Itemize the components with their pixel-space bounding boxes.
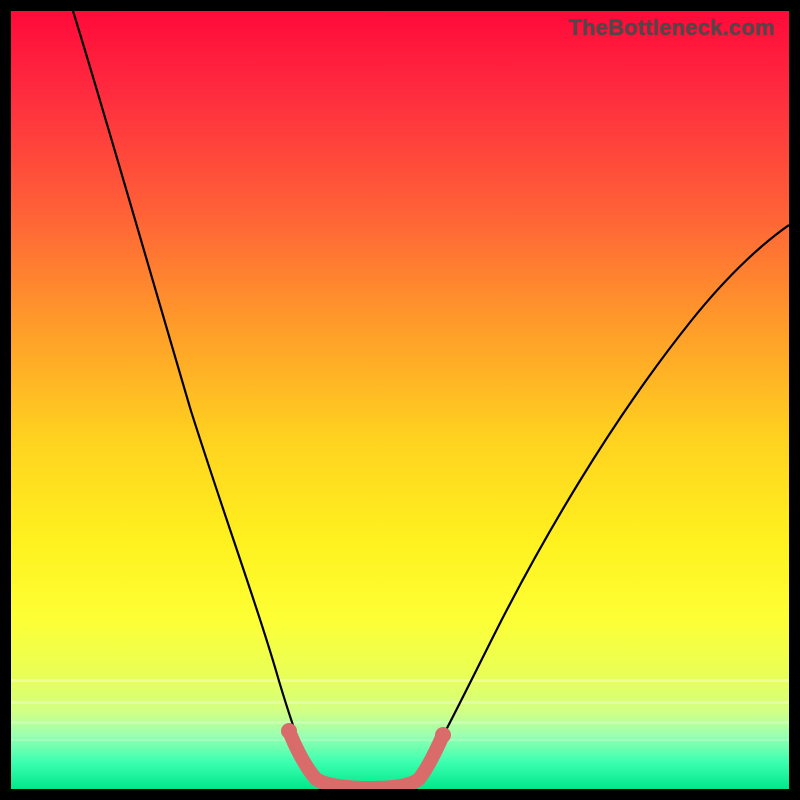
left-curve: [73, 11, 316, 779]
highlight-dot-right: [435, 727, 451, 743]
curve-overlay: [11, 11, 789, 789]
highlight-dot-left: [281, 723, 297, 739]
chart-frame: TheBottleneck.com: [11, 11, 789, 789]
highlight-left: [289, 731, 316, 779]
watermark-text: TheBottleneck.com: [569, 15, 775, 41]
highlight-bottom: [316, 779, 419, 788]
right-curve: [419, 225, 789, 779]
